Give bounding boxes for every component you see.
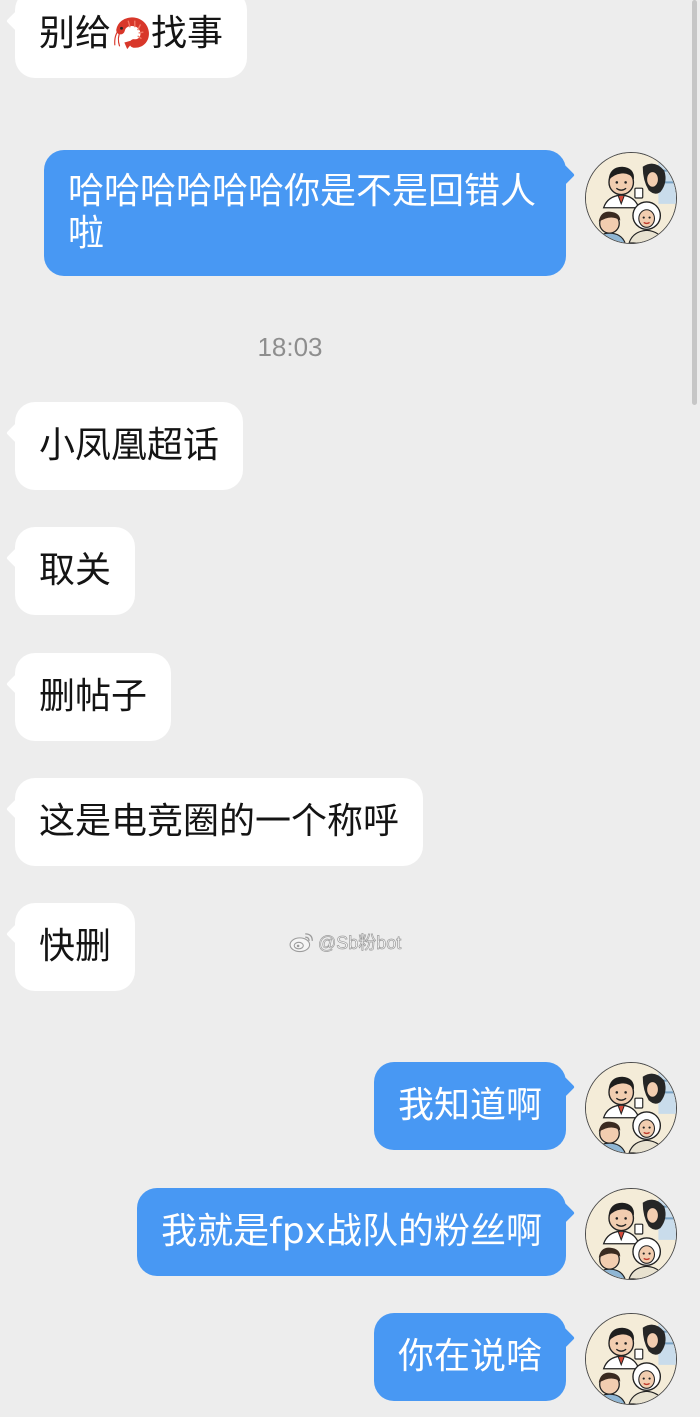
message-bubble-outgoing[interactable]: 我就是fpx战队的粉丝啊	[137, 1188, 566, 1276]
message-bubble-outgoing[interactable]: 哈哈哈哈哈哈你是不是回错人啦	[44, 150, 566, 276]
avatar[interactable]	[585, 1313, 677, 1405]
timestamp: 18:03	[257, 332, 323, 362]
watermark: @Sb粉bot	[289, 930, 402, 954]
message-bubble-incoming[interactable]: 快删	[15, 903, 136, 991]
scrollbar[interactable]	[692, 0, 697, 405]
avatar-illustration	[586, 153, 676, 243]
message-text: 哈哈哈哈哈哈你是不是回错人啦	[68, 171, 537, 254]
message-text: 这是电竞圈的一个称呼	[39, 801, 400, 842]
weibo-logo-icon	[289, 933, 313, 953]
watermark-text: @Sb粉bot	[318, 933, 402, 954]
message-bubble-incoming[interactable]: 取关	[15, 527, 136, 615]
avatar[interactable]	[585, 1188, 677, 1280]
message-text: 我知道啊	[397, 1085, 542, 1126]
message-text: 别给	[39, 13, 112, 54]
chat-screen: 别给 找事 哈哈哈哈哈哈你是不是回错人啦 18:03 小凤凰超话 取关 删帖子 这…	[0, 0, 700, 1417]
avatar-illustration	[586, 1314, 676, 1404]
message-text: 取关	[39, 550, 112, 591]
message-text: 找事	[151, 13, 224, 54]
message-text: 你在说啥	[397, 1336, 542, 1377]
message-text: 快删	[39, 926, 112, 967]
avatar[interactable]	[585, 152, 677, 244]
message-text: 我就是fpx战队的粉丝啊	[161, 1211, 542, 1252]
message-bubble-incoming[interactable]: 这是电竞圈的一个称呼	[15, 778, 424, 866]
avatar[interactable]	[585, 1062, 677, 1154]
message-bubble-incoming[interactable]: 删帖子	[15, 653, 172, 741]
message-text: 小凤凰超话	[39, 425, 220, 466]
message-text: 删帖子	[39, 676, 148, 717]
message-bubble-outgoing[interactable]: 我知道啊	[373, 1062, 566, 1150]
shrimp-emoji-icon	[114, 17, 149, 50]
message-bubble-incoming[interactable]: 小凤凰超话	[15, 402, 244, 490]
message-bubble-outgoing[interactable]: 你在说啥	[373, 1313, 566, 1401]
avatar-illustration	[586, 1063, 676, 1153]
avatar-illustration	[586, 1189, 676, 1279]
message-bubble-incoming[interactable]: 别给 找事	[15, 0, 248, 78]
